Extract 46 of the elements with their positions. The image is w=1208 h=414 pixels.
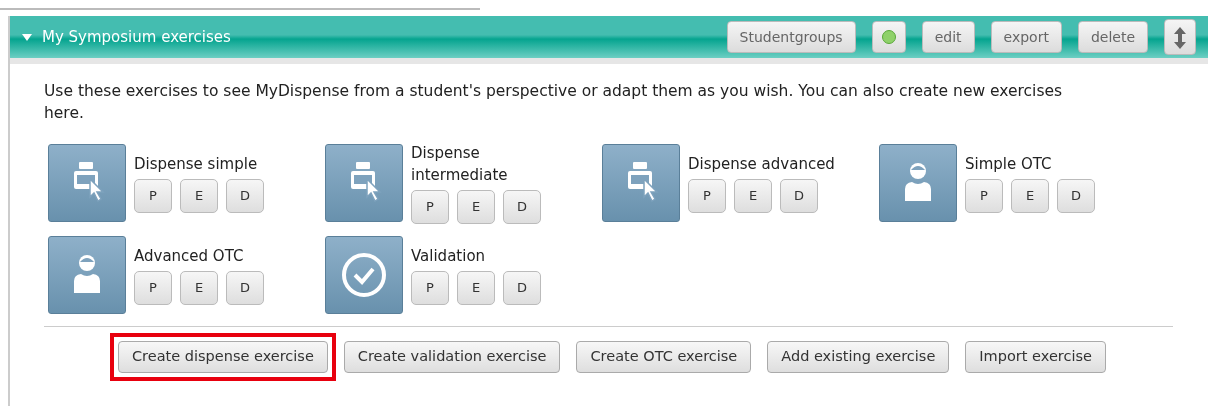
header-button[interactable]: delete	[1077, 21, 1148, 53]
exercise-tile[interactable]	[48, 144, 126, 222]
footer-button[interactable]: Add existing exercise	[767, 341, 950, 373]
collapse-caret-icon[interactable]	[22, 33, 32, 41]
footer-button[interactable]: Create dispense exercise	[118, 341, 328, 373]
footer-button[interactable]: Import exercise	[965, 341, 1106, 373]
exercise-action-button[interactable]: P	[411, 190, 449, 224]
header-button[interactable]: Studentgroups	[726, 21, 856, 53]
panel-title: My Symposium exercises	[42, 26, 231, 48]
exercise-action-button[interactable]: P	[688, 179, 726, 213]
check-circle-icon	[340, 251, 388, 299]
description-text: Use these exercises to see MyDispense from a student's perspective or adapt them as you wish. You can also create new exercises here.	[43, 81, 1064, 124]
exercise-action-button[interactable]: E	[180, 271, 218, 305]
header-button[interactable]: export	[990, 21, 1062, 53]
exercise-action-button[interactable]: E	[734, 179, 772, 213]
exercise-name: Simple OTC	[965, 154, 1053, 175]
up-down-arrow-icon	[1173, 27, 1187, 49]
exercise-action-button[interactable]: D	[503, 271, 541, 305]
exercise-action-button[interactable]: P	[965, 179, 1003, 213]
exercise-name: Dispense advanced	[688, 154, 836, 175]
exercise-action-button[interactable]: E	[1011, 179, 1049, 213]
exercise-tile[interactable]	[879, 144, 957, 222]
exercise-action-button[interactable]: E	[180, 179, 218, 213]
exercise-action-button[interactable]: D	[226, 271, 264, 305]
exercise-action-button[interactable]: P	[134, 271, 172, 305]
header-button[interactable]: edit	[921, 21, 975, 53]
exercise-action-button[interactable]: E	[457, 271, 495, 305]
status-toggle[interactable]	[871, 21, 906, 53]
exercise-tile[interactable]	[325, 236, 403, 314]
exercise-name: Advanced OTC	[134, 246, 245, 267]
exercise-action-button[interactable]: D	[503, 190, 541, 224]
exercise-action-button[interactable]: D	[226, 179, 264, 213]
exercise-tile[interactable]	[325, 144, 403, 222]
exercise-action-button[interactable]: D	[1057, 179, 1095, 213]
footer-button[interactable]: Create validation exercise	[343, 341, 561, 373]
exercise-tile[interactable]	[602, 144, 680, 222]
exercise-action-button[interactable]: P	[134, 179, 172, 213]
exercise-name: Dispense simple	[134, 154, 259, 175]
exercise-tile[interactable]	[48, 236, 126, 314]
exercise-action-button[interactable]: E	[457, 190, 495, 224]
exercise-action-button[interactable]: P	[411, 271, 449, 305]
exercise-name: Validation	[411, 246, 487, 267]
exercise-name: Dispense intermediate	[411, 143, 509, 186]
reorder-button[interactable]	[1164, 19, 1196, 55]
exercise-action-button[interactable]: D	[780, 179, 818, 213]
footer-button[interactable]: Create OTC exercise	[576, 341, 752, 373]
